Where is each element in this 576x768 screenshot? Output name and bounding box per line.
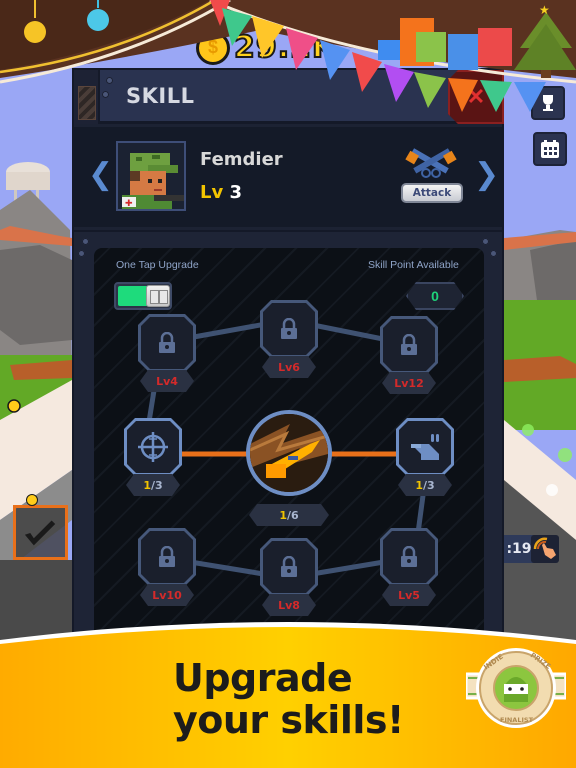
coin-pickup xyxy=(26,494,38,506)
ammo-clip-icon xyxy=(407,430,443,464)
promo-line-1: Upgrade xyxy=(173,656,353,700)
bullet-trail-icon xyxy=(250,414,328,492)
skill-requirement: Lv12 xyxy=(382,372,436,394)
promo-line-2: your skills! xyxy=(173,698,404,742)
calendar-button[interactable] xyxy=(533,132,567,166)
class-badge: Attack xyxy=(396,143,466,205)
screw xyxy=(78,250,85,257)
skill-progress-current: 1 xyxy=(415,478,423,492)
panel-title: SKILL xyxy=(126,84,195,108)
skill-requirement: Lv8 xyxy=(262,594,316,616)
level-prefix: Lv xyxy=(200,182,224,203)
coin-pickup xyxy=(7,399,21,413)
close-button[interactable]: ✕ xyxy=(448,70,504,124)
crosshair-icon xyxy=(136,430,170,464)
lock-icon xyxy=(279,318,299,340)
skill-node-crosshair[interactable]: 1/3 xyxy=(124,418,182,498)
skill-progress-max: 3 xyxy=(155,478,163,492)
knife-icon xyxy=(24,520,56,546)
screw xyxy=(106,77,113,84)
skill-progress-max: 3 xyxy=(427,478,435,492)
skill-requirement: Lv5 xyxy=(382,584,436,606)
skill-node-ammo[interactable]: 1/3 xyxy=(396,418,454,498)
lock-icon xyxy=(279,556,299,578)
locked-skill-node[interactable]: Lv6 xyxy=(260,300,318,380)
character-level: Lv 3 xyxy=(200,182,242,203)
skill-node-center[interactable]: 1/6 xyxy=(244,410,334,530)
character-selector: ❮ ✚ Femdier Lv 3 Attack ❯ xyxy=(74,127,502,227)
skill-requirement: Lv10 xyxy=(140,584,194,606)
timer-text: :19 xyxy=(506,541,532,557)
locked-skill-node[interactable]: Lv4 xyxy=(138,314,196,394)
level-value: 3 xyxy=(229,182,243,203)
close-icon: ✕ xyxy=(466,84,486,109)
dollar-coin-icon: $ xyxy=(196,30,230,65)
class-label: Attack xyxy=(401,183,463,203)
trophy-icon xyxy=(543,95,553,111)
trophy-button[interactable] xyxy=(531,86,565,120)
prev-character-button[interactable]: ❮ xyxy=(88,157,113,192)
lock-icon xyxy=(399,334,419,356)
skill-panel: SKILL ✕ ❮ ✚ Femdier Lv 3 Attack ❯ One Ta… xyxy=(72,68,504,678)
character-portrait: ✚ xyxy=(116,141,186,211)
coin-counter: $ 29.2K xyxy=(196,29,337,66)
screw xyxy=(490,250,497,257)
skill-tree: One Tap Upgrade Skill Point Available 0 xyxy=(94,248,484,678)
soldier-avatar: ✚ xyxy=(118,143,184,209)
skill-progress: 1/6 xyxy=(249,504,329,526)
lock-icon xyxy=(157,332,177,354)
promo-headline: Upgrade your skills! xyxy=(173,657,404,741)
svg-text:✚: ✚ xyxy=(125,199,133,209)
locked-skill-node[interactable]: Lv8 xyxy=(260,538,318,618)
skill-progress-max: 6 xyxy=(291,508,299,522)
next-character-button[interactable]: ❯ xyxy=(474,157,499,192)
weapon-slot[interactable] xyxy=(13,505,68,560)
screw xyxy=(482,238,489,245)
tap-hand-icon xyxy=(533,537,556,559)
award-text-bottom: FINALIST xyxy=(500,716,534,724)
calendar-icon xyxy=(541,140,559,158)
screw xyxy=(102,91,109,98)
indie-prize-badge: INDIE PRIZE FINALIST xyxy=(466,648,566,728)
crossed-guns-icon xyxy=(405,148,457,178)
lock-icon xyxy=(399,546,419,568)
skill-progress: 1/3 xyxy=(398,474,452,496)
locked-skill-node[interactable]: Lv5 xyxy=(380,528,438,608)
skill-requirement: Lv4 xyxy=(140,370,194,392)
skill-tree-frame: One Tap Upgrade Skill Point Available 0 xyxy=(74,230,502,678)
coin-amount: 29.2K xyxy=(233,29,337,66)
panel-handle xyxy=(74,70,100,124)
panel-header: SKILL ✕ xyxy=(74,70,502,124)
locked-skill-node[interactable]: Lv10 xyxy=(138,528,196,608)
lock-icon xyxy=(157,546,177,568)
skill-progress: 1/3 xyxy=(126,474,180,496)
skill-progress-current: 1 xyxy=(143,478,151,492)
timer-badge: :19 xyxy=(504,535,534,563)
character-name: Femdier xyxy=(200,149,283,170)
locked-skill-node[interactable]: Lv12 xyxy=(380,316,438,396)
skill-progress-current: 1 xyxy=(279,508,287,522)
skill-requirement: Lv6 xyxy=(262,356,316,378)
screw xyxy=(82,238,89,245)
tap-hint-button[interactable] xyxy=(531,535,559,563)
